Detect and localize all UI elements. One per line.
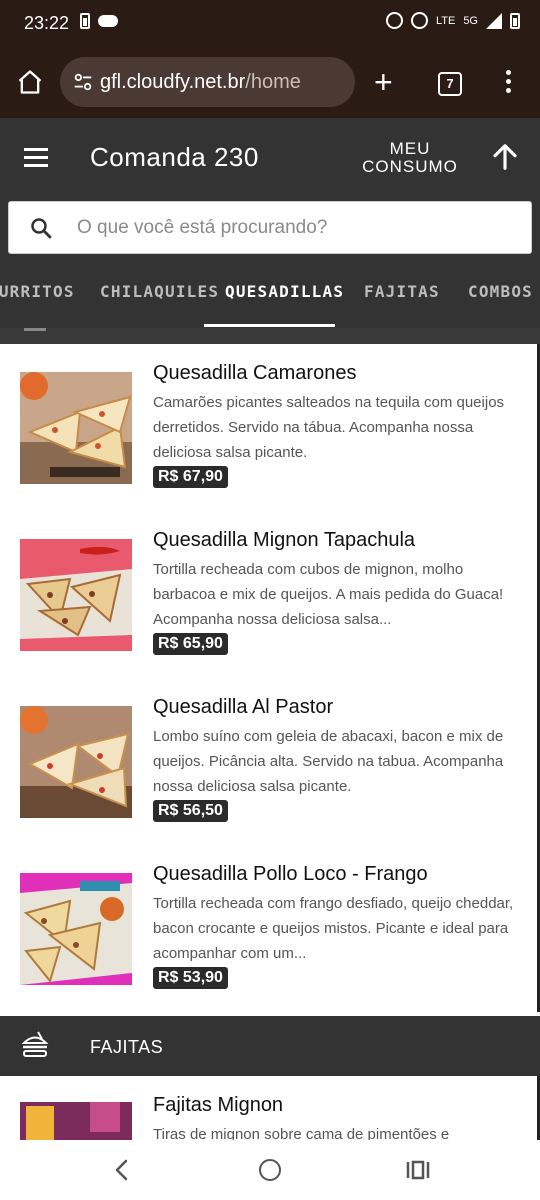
home-nav-icon[interactable] (259, 1159, 281, 1181)
search-icon (31, 218, 52, 239)
url-text: gfl.cloudfy.net.br/home (100, 71, 301, 94)
product-image (20, 873, 132, 985)
battery-saver-icon (80, 13, 90, 29)
alarm-icon (385, 12, 403, 29)
tab-fajitas[interactable]: FAJITAS (364, 282, 440, 301)
item-description: Camarões picantes salteados na tequila c… (153, 394, 505, 461)
item-description: Tortilla recheada com frango desfiado, q… (153, 895, 514, 962)
scroll-top-arrow-icon[interactable] (490, 142, 520, 172)
hamburger-menu-icon[interactable] (24, 148, 48, 172)
price-badge: R$ 56,50 (153, 800, 228, 822)
item-description: Tortilla recheada com cubos de mignon, m… (153, 561, 504, 628)
site-settings-icon[interactable] (72, 71, 94, 93)
item-title: Quesadilla Mignon Tapachula (153, 529, 416, 551)
section-title: FAJITAS (90, 1037, 164, 1057)
price-badge: R$ 65,90 (153, 633, 228, 655)
item-description: Lombo suíno com geleia de abacaxi, bacon… (153, 728, 504, 795)
url-path: /home (245, 71, 301, 93)
search-box[interactable] (8, 201, 532, 254)
dnd-icon (410, 12, 428, 29)
menu-icon[interactable] (506, 70, 512, 97)
address-bar[interactable]: gfl.cloudfy.net.br/home (60, 57, 355, 107)
list-item[interactable]: Quesadilla Camarones Camarões picantes s… (0, 344, 540, 511)
product-image (20, 372, 132, 484)
search-area (0, 198, 540, 260)
item-title: Fajitas Mignon (153, 1094, 284, 1116)
list-item[interactable]: Quesadilla Mignon Tapachula Tortilla rec… (0, 511, 540, 678)
category-tabs: BURRITOS CHILAQUILES QUESADILLAS FAJITAS… (0, 260, 540, 328)
product-image (20, 1102, 132, 1140)
section-header-fajitas: FAJITAS (0, 1016, 540, 1076)
url-domain: gfl.cloudfy.net.br (100, 71, 246, 93)
app-header: Comanda 230 MEU CONSUMO (0, 118, 540, 198)
price-badge: R$ 67,90 (153, 466, 228, 488)
item-title: Quesadilla Pollo Loco - Frango (153, 863, 428, 885)
item-title: Quesadilla Camarones (153, 362, 357, 384)
section-divider (0, 328, 540, 344)
signal-icon (486, 12, 502, 29)
network-type: 5G (463, 14, 478, 27)
meu-consumo-button[interactable]: MEU CONSUMO (356, 140, 464, 176)
status-time: 23:22 (24, 13, 70, 33)
item-title: Quesadilla Al Pastor (153, 696, 334, 718)
new-tab-icon[interactable]: + (374, 66, 393, 98)
product-list: Quesadilla Camarones Camarões picantes s… (0, 344, 540, 1012)
active-tab-indicator (204, 324, 335, 327)
tab-combos[interactable]: COMBOS - R (468, 282, 540, 301)
tab-quesadillas[interactable]: QUESADILLAS (225, 282, 344, 301)
list-item[interactable]: Fajitas Mignon Tiras de mignon sobre cam… (0, 1076, 540, 1140)
status-bar: 23:22 LTE 5G (0, 0, 540, 48)
burger-icon (21, 1031, 49, 1057)
recent-apps-icon[interactable] (406, 1160, 430, 1180)
tab-chilaquiles[interactable]: CHILAQUILES (100, 282, 219, 301)
cloud-icon (98, 15, 118, 27)
item-description: Tiras de mignon sobre cama de pimentões … (153, 1126, 450, 1140)
price-badge: R$ 53,90 (153, 967, 228, 989)
browser-toolbar: gfl.cloudfy.net.br/home + 7 (0, 48, 540, 118)
volte-icon: LTE (435, 14, 456, 27)
tabs-icon[interactable]: 7 (438, 72, 462, 96)
meu-label: MEU (389, 139, 431, 158)
consumo-label: CONSUMO (362, 157, 458, 176)
list-item[interactable]: Quesadilla Pollo Loco - Frango Tortilla … (0, 845, 540, 1012)
list-item[interactable]: Quesadilla Al Pastor Lombo suíno com gel… (0, 678, 540, 845)
system-nav-bar (0, 1140, 540, 1200)
home-icon[interactable] (16, 68, 44, 96)
tab-burritos[interactable]: BURRITOS (0, 282, 75, 301)
search-input[interactable] (77, 214, 517, 242)
page-title: Comanda 230 (90, 142, 259, 172)
battery-icon (510, 12, 520, 29)
product-image (20, 706, 132, 818)
back-icon[interactable] (112, 1158, 132, 1182)
product-image (20, 539, 132, 651)
